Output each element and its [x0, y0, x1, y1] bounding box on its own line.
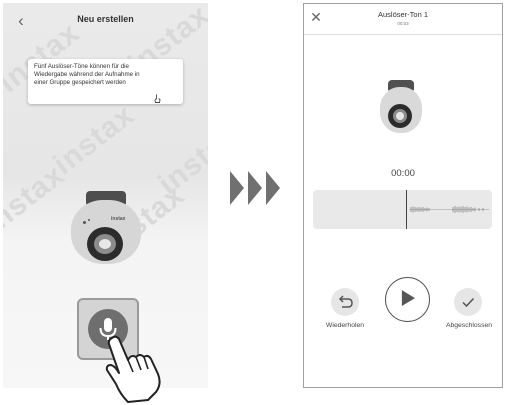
duration-label: 00:03 — [397, 21, 409, 26]
camera-illustration — [380, 80, 422, 136]
checkmark-icon — [462, 297, 475, 308]
tooltip-line: Fünf Auslöser-Töne können für die — [34, 63, 129, 70]
triple-chevron-right-icon — [230, 171, 280, 205]
create-screen: instax instax instax instax instax insta… — [3, 3, 208, 388]
done-button[interactable] — [454, 288, 482, 316]
camera-brand-label: instax — [111, 216, 126, 222]
info-tooltip: Fünf Auslöser-Töne können für die Wieder… — [28, 59, 183, 104]
play-button[interactable] — [385, 277, 430, 322]
divider — [304, 34, 502, 35]
waveform-icon — [409, 206, 489, 213]
undo-icon — [338, 295, 353, 308]
hand-pointer-icon — [105, 335, 161, 403]
hand-pointer-icon — [154, 94, 161, 103]
done-label: Abgeschlossen — [445, 322, 493, 329]
watermark-text: instax — [47, 98, 141, 182]
tooltip-line: Wiedergabe während der Aufnahme in — [34, 71, 140, 78]
tooltip-line: einer Gruppe gespeichert werden — [34, 79, 126, 86]
recording-timer: 00:00 — [391, 168, 415, 179]
page-title: Neu erstellen — [77, 14, 134, 24]
camera-illustration: instax — [69, 191, 143, 273]
header-bar: ‹ Neu erstellen — [3, 3, 208, 39]
playhead[interactable] — [406, 190, 407, 229]
page-title: Auslöser-Ton 1 — [377, 10, 429, 19]
play-icon — [401, 290, 415, 306]
redo-label: Wiederholen — [325, 322, 365, 329]
sound-editor-screen: ✕ Auslöser-Ton 1 00:03 00:00 Wiederholen… — [303, 3, 503, 388]
redo-button[interactable] — [331, 288, 359, 316]
audio-waveform[interactable] — [313, 190, 492, 229]
